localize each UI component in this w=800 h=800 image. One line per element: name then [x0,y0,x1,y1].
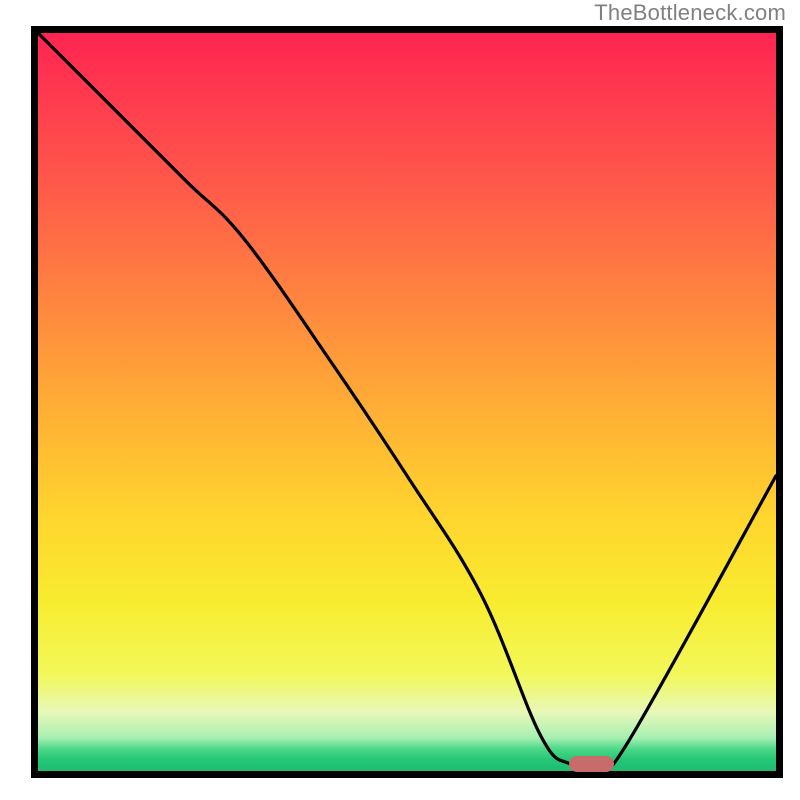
bottleneck-curve-path [38,33,776,771]
watermark-text: TheBottleneck.com [594,0,786,26]
chart-container: TheBottleneck.com [0,0,800,800]
optimal-marker [569,756,613,772]
plot-area [31,26,783,778]
